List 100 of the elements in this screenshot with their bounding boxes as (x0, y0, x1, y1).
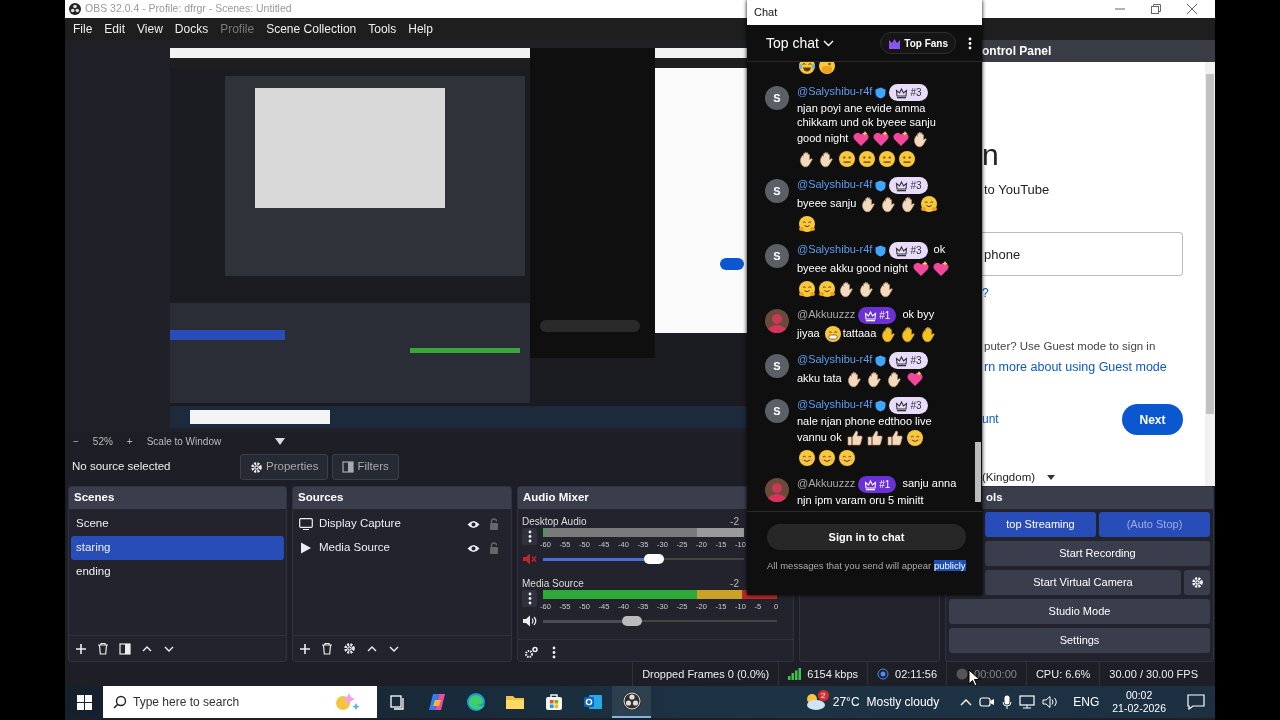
chevron-up-icon[interactable] (960, 698, 973, 706)
author-name[interactable]: @Salyshibu-r4f (797, 85, 873, 98)
scale-mode-dropdown[interactable]: Scale to Window (146, 433, 222, 449)
close-icon[interactable] (1187, 4, 1197, 14)
dropdown-caret-icon[interactable] (1047, 475, 1056, 481)
menu-item[interactable]: Edit (98, 20, 132, 38)
search-field[interactable]: Type here to search (103, 686, 377, 718)
menu-item[interactable]: Docks (168, 20, 215, 38)
waving-hand-icon (878, 280, 896, 298)
trash-icon[interactable] (321, 642, 333, 655)
clock[interactable]: 00:02 21-02-2026 (1112, 689, 1166, 715)
top-fans-button[interactable]: Top Fans (880, 32, 956, 54)
message-text: nale njan phone edthoo live (797, 415, 932, 427)
muted-speaker-icon[interactable] (522, 552, 537, 566)
lock-icon[interactable] (489, 518, 499, 530)
author-name[interactable]: @Salyshibu-r4f (797, 353, 873, 366)
gears-icon[interactable] (524, 646, 538, 659)
language-dropdown[interactable]: (Kingdom) (982, 469, 1036, 486)
menu-item[interactable]: View (131, 20, 169, 38)
sign-in-button[interactable]: Sign in to chat (767, 524, 966, 551)
member-badge: #3 (889, 177, 928, 194)
control-button[interactable]: top Streaming (985, 512, 1096, 537)
panel-header: Sources (293, 487, 511, 509)
settings-button[interactable] (1184, 570, 1210, 595)
menu-item[interactable]: File (67, 20, 99, 38)
volume-slider[interactable] (543, 614, 777, 628)
chat-notice: All messages that you send will appear publicly (767, 559, 966, 573)
control-button[interactable]: Studio Mode (949, 599, 1210, 624)
message-text: njn ipm varam oru 5 minitt (797, 494, 924, 506)
trash-icon[interactable] (97, 642, 109, 655)
volume-reading: -2 (730, 577, 739, 590)
microphone-icon[interactable] (1002, 694, 1013, 710)
more-icon[interactable] (968, 36, 972, 50)
menu-item[interactable]: Scene Collection (260, 20, 363, 38)
speaker-icon[interactable] (522, 614, 537, 628)
message-text: byeee sanju (797, 196, 857, 209)
slider-handle[interactable] (643, 554, 664, 564)
taskbar-app[interactable] (612, 686, 651, 718)
input-field[interactable]: phone (982, 232, 1183, 276)
language-indicator[interactable]: ENG (1073, 693, 1100, 711)
channel-menu-button[interactable] (522, 590, 537, 607)
volume-slider[interactable] (543, 552, 744, 566)
window-title: ontrol Panel (982, 40, 1215, 62)
control-button[interactable]: Start Virtual Camera (985, 570, 1181, 595)
filter-icon[interactable] (119, 642, 131, 655)
link[interactable]: ? (982, 286, 989, 300)
scene-item[interactable]: Scene (71, 512, 284, 536)
notifications-icon[interactable] (1187, 694, 1205, 710)
eye-icon[interactable] (467, 543, 480, 553)
next-button[interactable]: Next (1122, 404, 1183, 435)
gear-icon[interactable] (250, 460, 263, 474)
channel-menu-button[interactable] (522, 528, 537, 545)
settings-icon[interactable] (343, 642, 356, 655)
waving-hand-icon (838, 280, 856, 298)
add-icon[interactable] (299, 642, 311, 655)
slider-handle[interactable] (621, 616, 642, 626)
dropdown-caret-icon[interactable] (275, 437, 286, 445)
zoom-out-button[interactable]: − (73, 433, 79, 449)
author-name[interactable]: @Akkuuzzz (797, 477, 856, 490)
start-icon[interactable] (76, 694, 92, 710)
author-name[interactable]: @Salyshibu-r4f (797, 243, 873, 256)
scrollbar-thumb[interactable] (975, 442, 981, 502)
signal-icon (788, 668, 802, 680)
control-button[interactable]: Start Recording (985, 541, 1210, 566)
properties-button[interactable]: Properties (240, 454, 329, 480)
thumbs-up-icon (865, 429, 884, 447)
scene-item[interactable]: ending (71, 560, 284, 584)
scene-item[interactable]: staring (71, 536, 284, 560)
heart-icon (905, 370, 924, 388)
thumbs-up-icon (845, 429, 864, 447)
source-item[interactable]: Media Source (319, 539, 390, 557)
link[interactable]: rn more about using Guest mode (984, 360, 1167, 374)
author-name[interactable]: @Salyshibu-r4f (797, 178, 873, 191)
message-text: good night (797, 131, 849, 144)
smiling-face-icon (905, 429, 924, 447)
author-name[interactable]: @Salyshibu-r4f (797, 398, 873, 411)
source-item[interactable]: Display Capture (319, 515, 401, 533)
record-time: 00:00:00 (974, 666, 1017, 682)
more-icon[interactable] (552, 646, 556, 659)
menu-item[interactable]: Help (402, 20, 439, 38)
add-icon[interactable] (75, 642, 87, 655)
camera-icon[interactable] (979, 695, 996, 709)
network-icon[interactable] (1019, 695, 1036, 709)
member-badge: #3 (889, 352, 928, 369)
smiling-face-icon (838, 449, 856, 467)
channel-name: Desktop Audio (522, 515, 587, 528)
author-name[interactable]: @Akkuuzzz (797, 308, 856, 321)
zoom-in-button[interactable]: + (126, 433, 133, 449)
window-title: OBS 32.0.4 - Profile: dfrgr - Scenes: Untitled (85, 1, 292, 17)
filters-button[interactable]: Filters (332, 454, 399, 480)
lock-icon[interactable] (489, 542, 499, 554)
menu-item[interactable]: Tools (362, 20, 403, 38)
chat-mode-dropdown[interactable]: Top chat (766, 32, 834, 54)
restore-icon[interactable] (1151, 4, 1161, 14)
link[interactable]: unt (982, 412, 999, 427)
crown-icon (888, 37, 902, 49)
control-button[interactable]: Settings (949, 628, 1210, 653)
member-badge: #1 (858, 307, 897, 324)
eye-icon[interactable] (467, 519, 480, 529)
smiling-face-icon (798, 449, 816, 467)
